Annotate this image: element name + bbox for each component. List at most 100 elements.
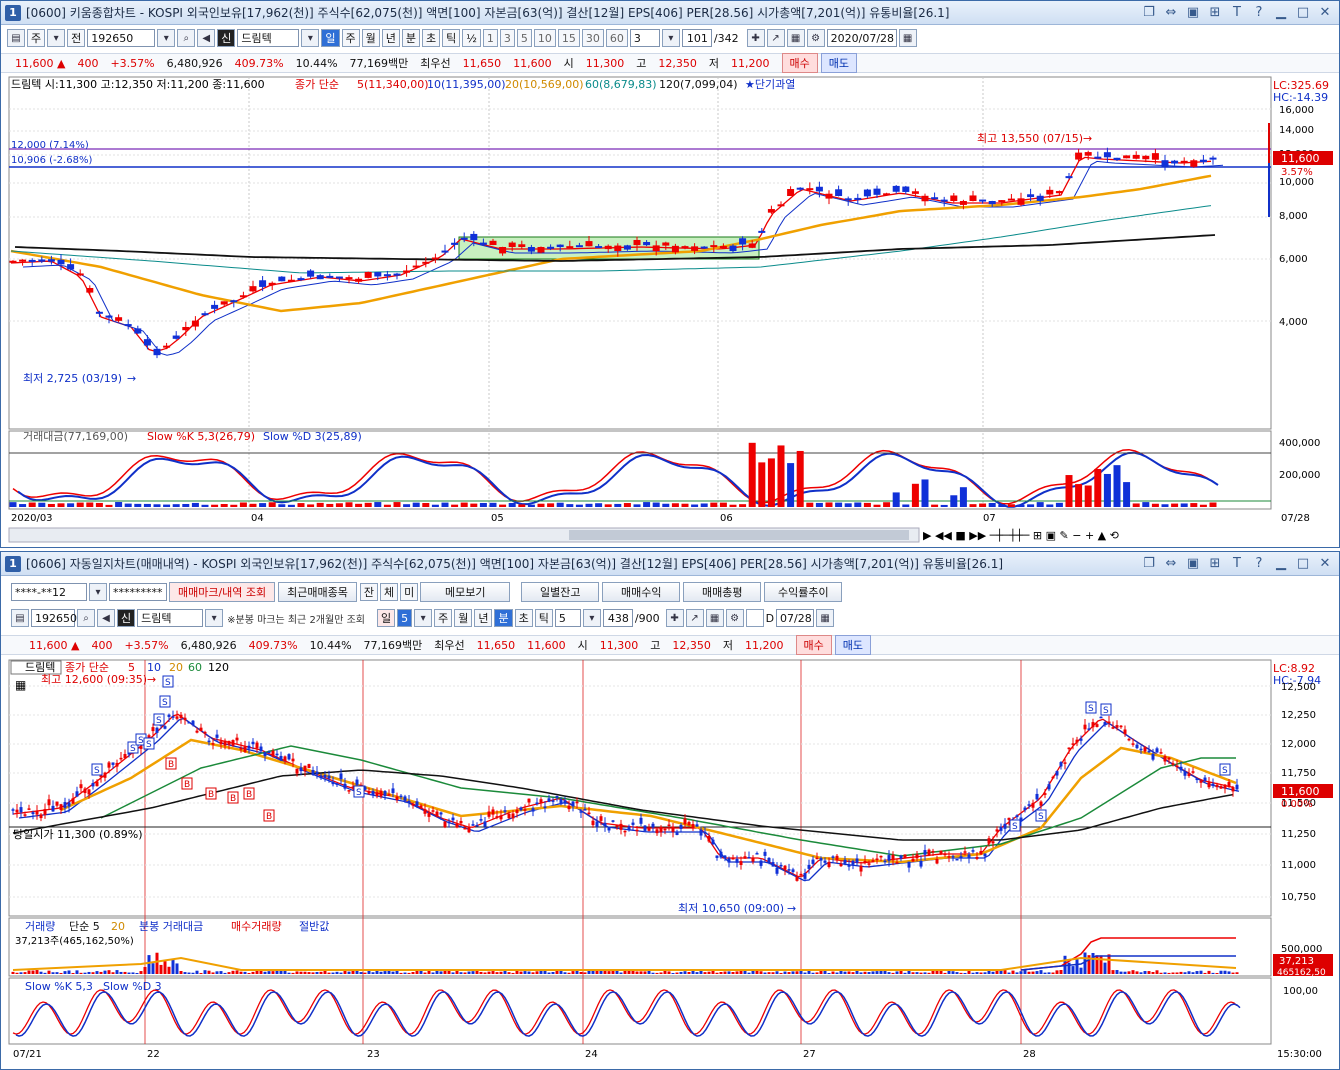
account-input[interactable]: ****-**12 (11, 583, 87, 601)
sell-button[interactable]: 매도 (834, 635, 872, 655)
minimize-icon[interactable]: ▁ (1273, 556, 1289, 571)
ratio-button[interactable]: ½ (462, 29, 481, 47)
interval-input[interactable]: 3 (629, 29, 660, 47)
interval-1[interactable]: 1 (482, 29, 498, 47)
link-icon[interactable]: ⇔ (1163, 556, 1179, 571)
dropdown-icon[interactable]: ▾ (301, 29, 320, 47)
speaker-icon[interactable]: ◀ (197, 29, 216, 47)
help-icon[interactable]: ? (1251, 5, 1267, 20)
period-day[interactable]: 일 (376, 609, 396, 627)
crosshair-icon[interactable]: ✚ (746, 29, 765, 47)
stock-code-input[interactable]: 192650 (31, 609, 77, 627)
dropdown-icon[interactable]: ▾ (157, 29, 176, 47)
search-icon[interactable]: ⌕ (177, 29, 196, 47)
dropdown-icon[interactable]: ▾ (414, 609, 433, 627)
period-second[interactable]: 초 (514, 609, 533, 627)
stock-code-input[interactable]: 192650 (87, 29, 156, 47)
interval-60[interactable]: 60 (605, 29, 628, 47)
date-checkbox[interactable] (745, 609, 764, 627)
close-icon[interactable]: ✕ (1317, 556, 1333, 571)
scroll-controls-icon[interactable]: ▶ ◀◀ ■ ▶▶ ─┼─┼┼─ ⊞ ▣ ✎ − + ▲ ⟲ (923, 528, 1119, 542)
password-input[interactable]: ********* (109, 583, 167, 601)
buy-button[interactable]: 매수 (795, 635, 832, 655)
help-icon[interactable]: ? (1251, 556, 1267, 571)
table-icon[interactable]: ▦ (15, 678, 26, 692)
mode-select[interactable]: 주 (27, 29, 46, 47)
recent-trade-tab[interactable]: 최근매매종목 (278, 582, 357, 602)
font-icon[interactable]: T (1229, 556, 1245, 571)
window-icon[interactable]: ▣ (1185, 556, 1201, 571)
count-input[interactable]: 101 (681, 29, 712, 47)
stock-name[interactable]: 드림텍 (137, 609, 204, 627)
pin-icon[interactable]: ⊞ (1207, 556, 1223, 571)
save-icon[interactable]: ▦ (705, 609, 724, 627)
speaker-icon[interactable]: ◀ (97, 609, 115, 627)
date-input[interactable]: 07/28 (776, 609, 815, 627)
pin-icon[interactable]: ⊞ (1207, 5, 1223, 20)
chart-menu-icon[interactable]: ▤ (7, 29, 25, 47)
filled-small-button[interactable]: 체 (380, 583, 399, 601)
link-icon[interactable]: ⇔ (1163, 5, 1179, 20)
memo-button[interactable]: 메모보기 (420, 582, 511, 602)
interval-30[interactable]: 30 (581, 29, 604, 47)
buy-button[interactable]: 매수 (781, 53, 818, 73)
daily-price-chart[interactable]: 드림텍 시:11,300 고:12,350 저:11,200 종:11,600 … (1, 75, 1339, 547)
period-minute[interactable]: 분 (494, 609, 513, 627)
prev-button[interactable]: 전 (67, 29, 86, 47)
interval-15[interactable]: 15 (557, 29, 580, 47)
tick-input[interactable]: 5 (554, 609, 581, 627)
trade-profit-button[interactable]: 매매수익 (602, 582, 681, 602)
unfilled-small-button[interactable]: 미 (400, 583, 419, 601)
font-icon[interactable]: T (1229, 5, 1245, 20)
sell-button[interactable]: 매도 (820, 53, 858, 73)
minimize-icon[interactable]: ▁ (1273, 5, 1289, 20)
scroll-thumb[interactable] (569, 530, 909, 540)
restore-icon[interactable]: ❐ (1141, 5, 1157, 20)
draw-icon[interactable]: ↗ (685, 609, 704, 627)
maximize-icon[interactable]: □ (1295, 556, 1311, 571)
dropdown-icon[interactable]: ▾ (582, 609, 601, 627)
dropdown-icon[interactable]: ▾ (661, 29, 680, 47)
crosshair-icon[interactable]: ✚ (665, 609, 684, 627)
save-icon[interactable]: ▦ (786, 29, 805, 47)
gear-icon[interactable]: ⚙ (806, 29, 825, 47)
calendar-icon[interactable]: ▦ (898, 29, 917, 47)
trade-mark-tab[interactable]: 매매마크/내역 조회 (169, 582, 276, 602)
period-day[interactable]: 일 (321, 29, 340, 47)
dropdown-icon[interactable]: ▾ (205, 609, 224, 627)
daily-balance-button[interactable]: 일별잔고 (521, 582, 600, 602)
intraday-price-chart[interactable]: SSS SSSSSSSS SSBBB B BB 드림텍 종가 단순 5 10 20 60… (1, 658, 1339, 1070)
period-minute[interactable]: 분 (401, 29, 420, 47)
close-icon[interactable]: ✕ (1317, 5, 1333, 20)
interval-3[interactable]: 3 (499, 29, 515, 47)
period-week[interactable]: 주 (434, 609, 453, 627)
top-titlebar[interactable]: 1 [0600] 키움종합차트 - KOSPI 외국인보유[17,962(천)]… (1, 1, 1339, 25)
return-trend-button[interactable]: 수익률추이 (764, 582, 843, 602)
interval-5[interactable]: 5 (516, 29, 532, 47)
count-input[interactable]: 438 (602, 609, 633, 627)
restore-icon[interactable]: ❐ (1141, 556, 1157, 571)
search-icon[interactable]: ⌕ (77, 609, 95, 627)
period-week[interactable]: 주 (341, 29, 360, 47)
bottom-titlebar[interactable]: 1 [0606] 자동일지차트(매매내역) - KOSPI 외국인보유[17,9… (1, 552, 1339, 576)
interval-5-select[interactable]: 5 (397, 609, 413, 627)
period-year[interactable]: 년 (474, 609, 493, 627)
dropdown-icon[interactable]: ▾ (89, 583, 107, 601)
gear-icon[interactable]: ⚙ (725, 609, 744, 627)
period-month[interactable]: 월 (454, 609, 473, 627)
draw-icon[interactable]: ↗ (766, 29, 785, 47)
interval-10[interactable]: 10 (533, 29, 556, 47)
period-tick[interactable]: 틱 (534, 609, 553, 627)
date-input[interactable]: 2020/07/28 (826, 29, 897, 47)
calendar-icon[interactable]: ▦ (816, 609, 835, 627)
chevron-down-icon[interactable]: ▾ (47, 29, 66, 47)
chart-menu-icon[interactable]: ▤ (11, 609, 29, 627)
period-second[interactable]: 초 (422, 29, 441, 47)
period-month[interactable]: 월 (361, 29, 380, 47)
balance-small-button[interactable]: 잔 (359, 583, 379, 601)
period-tick[interactable]: 틱 (442, 29, 461, 47)
maximize-icon[interactable]: □ (1295, 5, 1311, 20)
trade-review-button[interactable]: 매매총평 (683, 582, 762, 602)
window-icon[interactable]: ▣ (1185, 5, 1201, 20)
stock-name[interactable]: 드림텍 (237, 29, 300, 47)
